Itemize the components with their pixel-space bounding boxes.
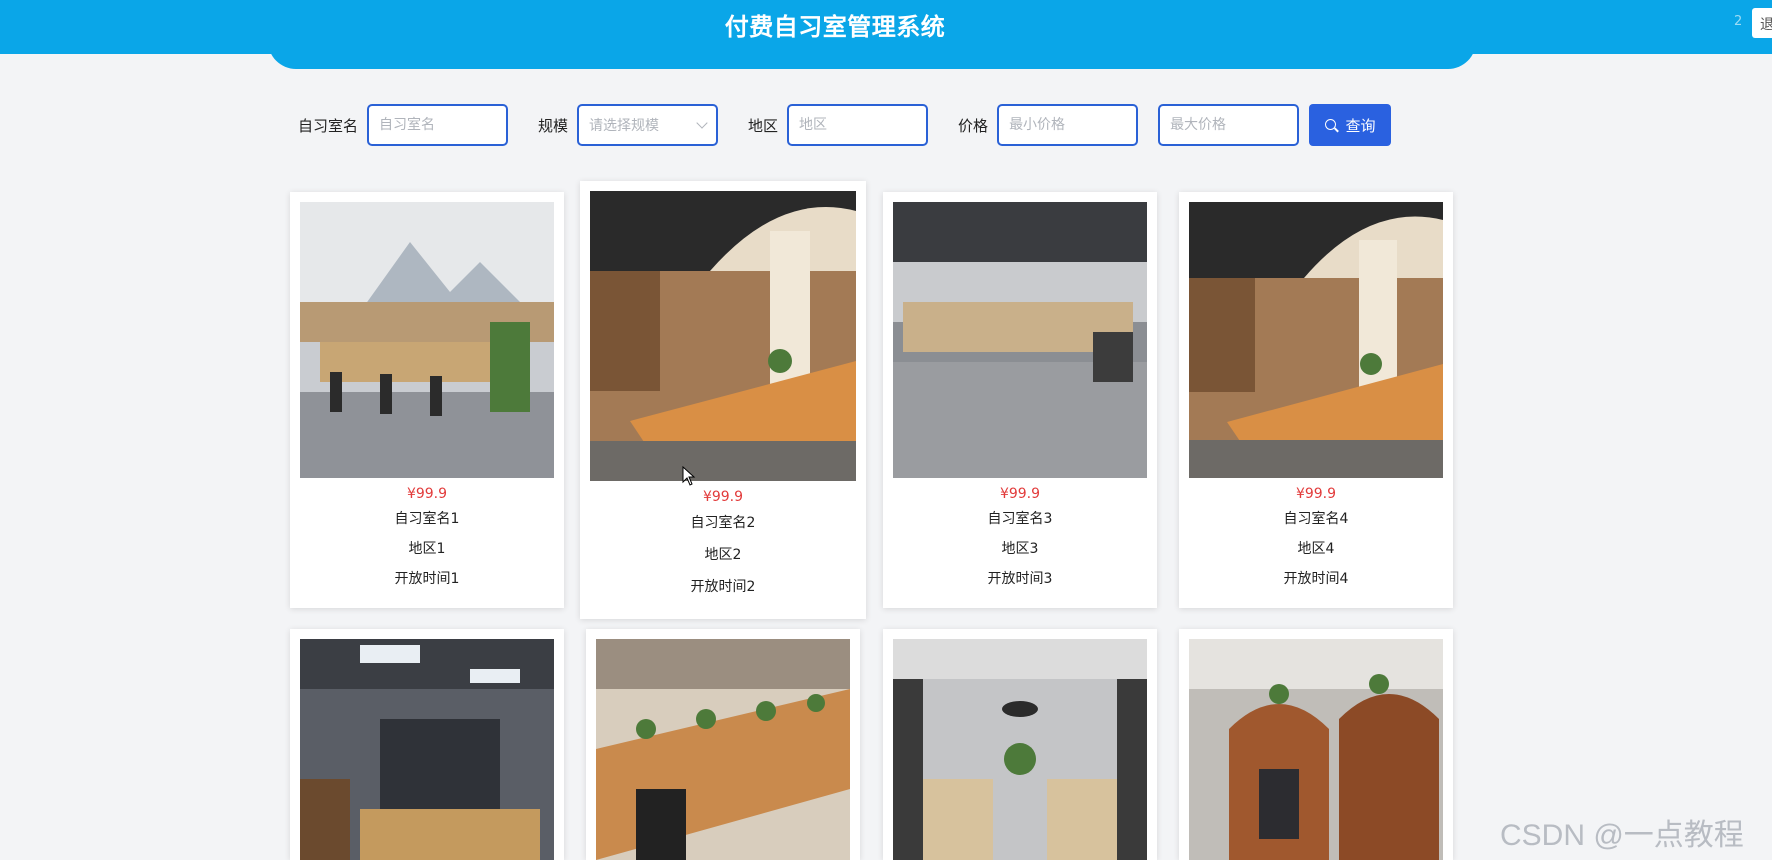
max-price-input[interactable]: [1158, 104, 1300, 146]
room-photo-image: [893, 639, 1147, 860]
room-card[interactable]: ¥99.9 自习室名3 地区3 开放时间3: [883, 192, 1157, 608]
room-info: ¥99.9 自习室名3 地区3 开放时间3: [883, 484, 1157, 594]
room-price: ¥99.9: [702, 489, 744, 505]
name-label: 自习室名: [298, 116, 359, 135]
scale-select-placeholder: 请选择规模: [589, 118, 660, 134]
watermark: CSDN @一点教程: [1500, 819, 1744, 852]
room-name: 自习室名1: [394, 511, 460, 527]
room-photo-image: [1189, 639, 1443, 860]
app-title: 付费自习室管理系统: [724, 13, 946, 41]
room-region: 地区2: [704, 547, 742, 563]
room-photo: [300, 639, 554, 860]
room-name-input[interactable]: [367, 104, 509, 146]
room-photo-image: [300, 639, 554, 860]
room-card[interactable]: ¥99.9 自习室名2 地区2 开放时间2: [580, 181, 866, 619]
search-bar: 自习室名 规模 请选择规模 地区 价格 查询: [298, 104, 1392, 146]
scale-select[interactable]: 请选择规模: [577, 104, 719, 146]
room-price: ¥99.9: [406, 486, 448, 502]
room-photo: [300, 202, 554, 478]
region-label: 地区: [748, 116, 779, 135]
room-open-time: 开放时间3: [987, 571, 1053, 587]
room-card[interactable]: [290, 629, 564, 860]
query-button-label: 查询: [1345, 116, 1376, 135]
scale-label: 规模: [538, 116, 569, 135]
min-price-input[interactable]: [997, 104, 1139, 146]
room-photo-image: [596, 639, 850, 860]
room-name: 自习室名2: [690, 515, 756, 531]
room-name: 自习室名3: [987, 511, 1053, 527]
room-region: 地区1: [408, 541, 446, 557]
room-open-time: 开放时间2: [690, 579, 756, 595]
room-info: ¥99.9 自习室名1 地区1 开放时间1: [290, 484, 564, 594]
room-info: ¥99.9 自习室名4 地区4 开放时间4: [1179, 484, 1453, 594]
room-photo-image: [893, 202, 1147, 478]
room-photo: [596, 639, 850, 860]
room-open-time: 开放时间1: [394, 571, 460, 587]
room-region: 地区4: [1297, 541, 1335, 557]
query-button[interactable]: 查询: [1309, 104, 1392, 146]
room-price: ¥99.9: [1295, 486, 1337, 502]
room-card[interactable]: [883, 629, 1157, 860]
logout-button[interactable]: 退: [1752, 8, 1772, 38]
room-photo: [1189, 639, 1443, 860]
room-card[interactable]: ¥99.9 自习室名1 地区1 开放时间1: [290, 192, 564, 608]
room-photo-image: [1189, 202, 1443, 478]
room-price: ¥99.9: [999, 486, 1041, 502]
room-card[interactable]: [1179, 629, 1453, 860]
room-photo: [893, 202, 1147, 478]
region-input[interactable]: [787, 104, 929, 146]
room-photo-image: [590, 191, 856, 481]
room-region: 地区3: [1001, 541, 1039, 557]
room-card[interactable]: ¥99.9 自习室名4 地区4 开放时间4: [1179, 192, 1453, 608]
room-info: ¥99.9 自习室名2 地区2 开放时间2: [580, 487, 866, 603]
room-open-time: 开放时间4: [1283, 571, 1349, 587]
header-count: 2: [1734, 14, 1743, 29]
price-label: 价格: [958, 116, 989, 135]
room-photo: [893, 639, 1147, 860]
chevron-down-icon: [696, 117, 708, 129]
mouse-cursor-icon: [682, 466, 696, 486]
room-photo-image: [300, 202, 554, 478]
room-card[interactable]: [586, 629, 860, 860]
search-icon: [1324, 118, 1338, 132]
room-photo: [1189, 202, 1443, 478]
room-name: 自习室名4: [1283, 511, 1349, 527]
room-photo: [590, 191, 856, 481]
